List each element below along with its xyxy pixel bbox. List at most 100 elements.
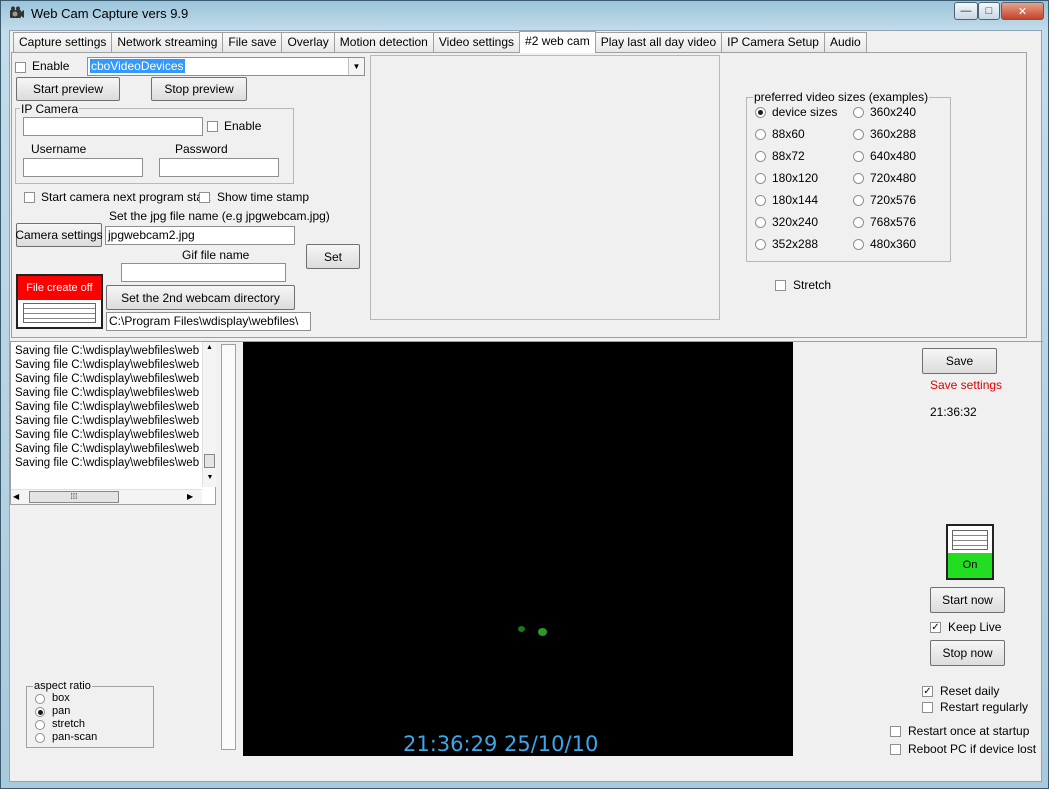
password-field[interactable]	[159, 158, 279, 177]
video-device-select[interactable]: cboVideoDevices	[87, 57, 365, 76]
aspect-radio-stretch[interactable]	[35, 720, 45, 730]
video-side-scrollbar[interactable]	[221, 344, 236, 750]
size-radio-360x288[interactable]	[853, 129, 864, 140]
size-radio-768x576[interactable]	[853, 217, 864, 228]
vertical-scroll-thumb[interactable]	[204, 454, 215, 468]
dropdown-arrow-icon[interactable]: ▼	[348, 58, 364, 75]
maximize-button[interactable]: □	[978, 2, 1000, 20]
gif-name-field[interactable]	[121, 263, 286, 282]
ip-camera-address-field[interactable]	[23, 117, 203, 136]
video-timestamp-overlay: 21:36:29 25/10/10	[403, 732, 599, 756]
timestamp-checkbox[interactable]	[199, 192, 210, 203]
tab-file-save[interactable]: File save	[222, 32, 283, 53]
log-line: Saving file C:\wdisplay\webfiles\web	[15, 457, 199, 469]
stop-preview-button[interactable]: Stop preview	[151, 77, 247, 101]
directory-field[interactable]: C:\Program Files\wdisplay\webfiles\	[106, 312, 311, 331]
title-bar: Web Cam Capture vers 9.9 — □ ✕	[1, 1, 1048, 27]
jpg-name-label: Set the jpg file name (e.g jpgwebcam.jpg…	[109, 209, 330, 223]
minimize-button[interactable]: —	[954, 2, 978, 20]
size-option-label: device sizes	[772, 105, 838, 119]
save-status: Save settings	[930, 378, 1003, 392]
log-line: Saving file C:\wdisplay\webfiles\web	[15, 415, 199, 427]
tab-motion-detection[interactable]: Motion detection	[333, 32, 434, 53]
scroll-up-icon[interactable]: ▲	[203, 342, 216, 354]
ip-enable-checkbox[interactable]	[207, 121, 218, 132]
size-radio-720x480[interactable]	[853, 173, 864, 184]
tab-play-last-all-day-video[interactable]: Play last all day video	[594, 32, 723, 53]
size-option-label: 360x288	[870, 127, 917, 141]
reboot-checkbox[interactable]	[890, 744, 901, 755]
tab-video-settings[interactable]: Video settings	[432, 32, 521, 53]
size-radio-180x120[interactable]	[755, 173, 766, 184]
tab-capture-settings[interactable]: Capture settings	[13, 32, 113, 53]
stretch-checkbox[interactable]	[775, 280, 786, 291]
log-listbox[interactable]: Saving file C:\wdisplay\webfiles\web Savi…	[10, 341, 216, 505]
clock: 21:36:32	[930, 405, 977, 419]
tab-network-streaming[interactable]: Network streaming	[111, 32, 224, 53]
size-radio-180x144[interactable]	[755, 195, 766, 206]
log-line: Saving file C:\wdisplay\webfiles\web	[15, 359, 199, 371]
aspect-radio-pan[interactable]	[35, 707, 45, 717]
size-radio-88x72[interactable]	[755, 151, 766, 162]
size-radio-720x576[interactable]	[853, 195, 864, 206]
aspect-radio-pan-scan[interactable]	[35, 733, 45, 743]
username-field[interactable]	[23, 158, 143, 177]
set-button[interactable]: Set	[306, 244, 360, 269]
username-label: Username	[31, 142, 87, 156]
file-create-indicator: File create off	[16, 274, 103, 329]
save-button[interactable]: Save	[922, 348, 997, 374]
gif-name-label: Gif file name	[182, 248, 250, 262]
main-form: Capture settings Network streaming File …	[9, 30, 1043, 782]
size-radio-device-sizes[interactable]	[755, 107, 766, 118]
tab-webcam-2[interactable]: #2 web cam	[519, 31, 596, 53]
aspect-radio-box[interactable]	[35, 694, 45, 704]
scroll-right-icon[interactable]: ▶	[187, 492, 193, 501]
log-vertical-scrollbar[interactable]: ▲ ▼	[202, 342, 216, 487]
tab-audio[interactable]: Audio	[823, 32, 867, 53]
size-option-label: 480x360	[870, 237, 917, 251]
size-option-label: 88x72	[772, 149, 805, 163]
start-now-button[interactable]: Start now	[930, 587, 1005, 613]
size-radio-320x240[interactable]	[755, 217, 766, 228]
start-next-checkbox[interactable]	[24, 192, 35, 203]
log-horizontal-scrollbar[interactable]: ◀ ⁞⁞⁞ ▶	[11, 489, 202, 504]
live-status-indicator: On	[946, 524, 994, 580]
start-next-label: Start camera next program start	[41, 190, 211, 204]
size-option-label: 352x288	[772, 237, 819, 251]
horizontal-scroll-thumb[interactable]: ⁞⁞⁞	[29, 491, 119, 503]
enable-checkbox[interactable]	[15, 62, 26, 73]
webcam2-tab-page: Enable cboVideoDevices ▼ Start preview S…	[11, 52, 1027, 338]
reboot-label: Reboot PC if device lost	[908, 742, 1037, 756]
tab-overlay[interactable]: Overlay	[281, 32, 335, 53]
log-line: Saving file C:\wdisplay\webfiles\web	[15, 443, 199, 455]
size-radio-352x288[interactable]	[755, 239, 766, 250]
video-display: 21:36:29 25/10/10	[243, 342, 793, 756]
video-device-value: cboVideoDevices	[90, 59, 185, 73]
reset-daily-checkbox[interactable]: ✓	[922, 686, 933, 697]
log-line: Saving file C:\wdisplay\webfiles\web	[15, 401, 199, 413]
video-sizes-title: preferred video sizes (examples)	[753, 90, 930, 104]
set-directory-button[interactable]: Set the 2nd webcam directory	[106, 285, 295, 310]
check-mark-icon: ✓	[923, 686, 932, 697]
size-radio-360x240[interactable]	[853, 107, 864, 118]
size-option-label: 360x240	[870, 105, 917, 119]
aspect-option-label: stretch	[52, 718, 86, 730]
size-radio-640x480[interactable]	[853, 151, 864, 162]
log-line: Saving file C:\wdisplay\webfiles\web	[15, 373, 199, 385]
scroll-left-icon[interactable]: ◀	[13, 492, 19, 501]
enable-label: Enable	[32, 59, 70, 73]
size-radio-88x60[interactable]	[755, 129, 766, 140]
log-lines: Saving file C:\wdisplay\webfiles\web Savi…	[15, 344, 199, 484]
tab-ip-camera-setup[interactable]: IP Camera Setup	[721, 32, 825, 53]
camera-settings-button[interactable]: Camera settings	[15, 223, 103, 247]
jpg-name-field[interactable]: jpgwebcam2.jpg	[105, 226, 295, 245]
restart-regularly-checkbox[interactable]	[922, 702, 933, 713]
start-preview-button[interactable]: Start preview	[16, 77, 120, 101]
scroll-down-icon[interactable]: ▼	[203, 474, 217, 481]
keep-live-checkbox[interactable]: ✓	[930, 622, 941, 633]
size-radio-480x360[interactable]	[853, 239, 864, 250]
restart-startup-checkbox[interactable]	[890, 726, 901, 737]
restart-regularly-label: Restart regularly	[940, 700, 1029, 714]
close-button[interactable]: ✕	[1001, 2, 1044, 20]
stop-now-button[interactable]: Stop now	[930, 640, 1005, 666]
